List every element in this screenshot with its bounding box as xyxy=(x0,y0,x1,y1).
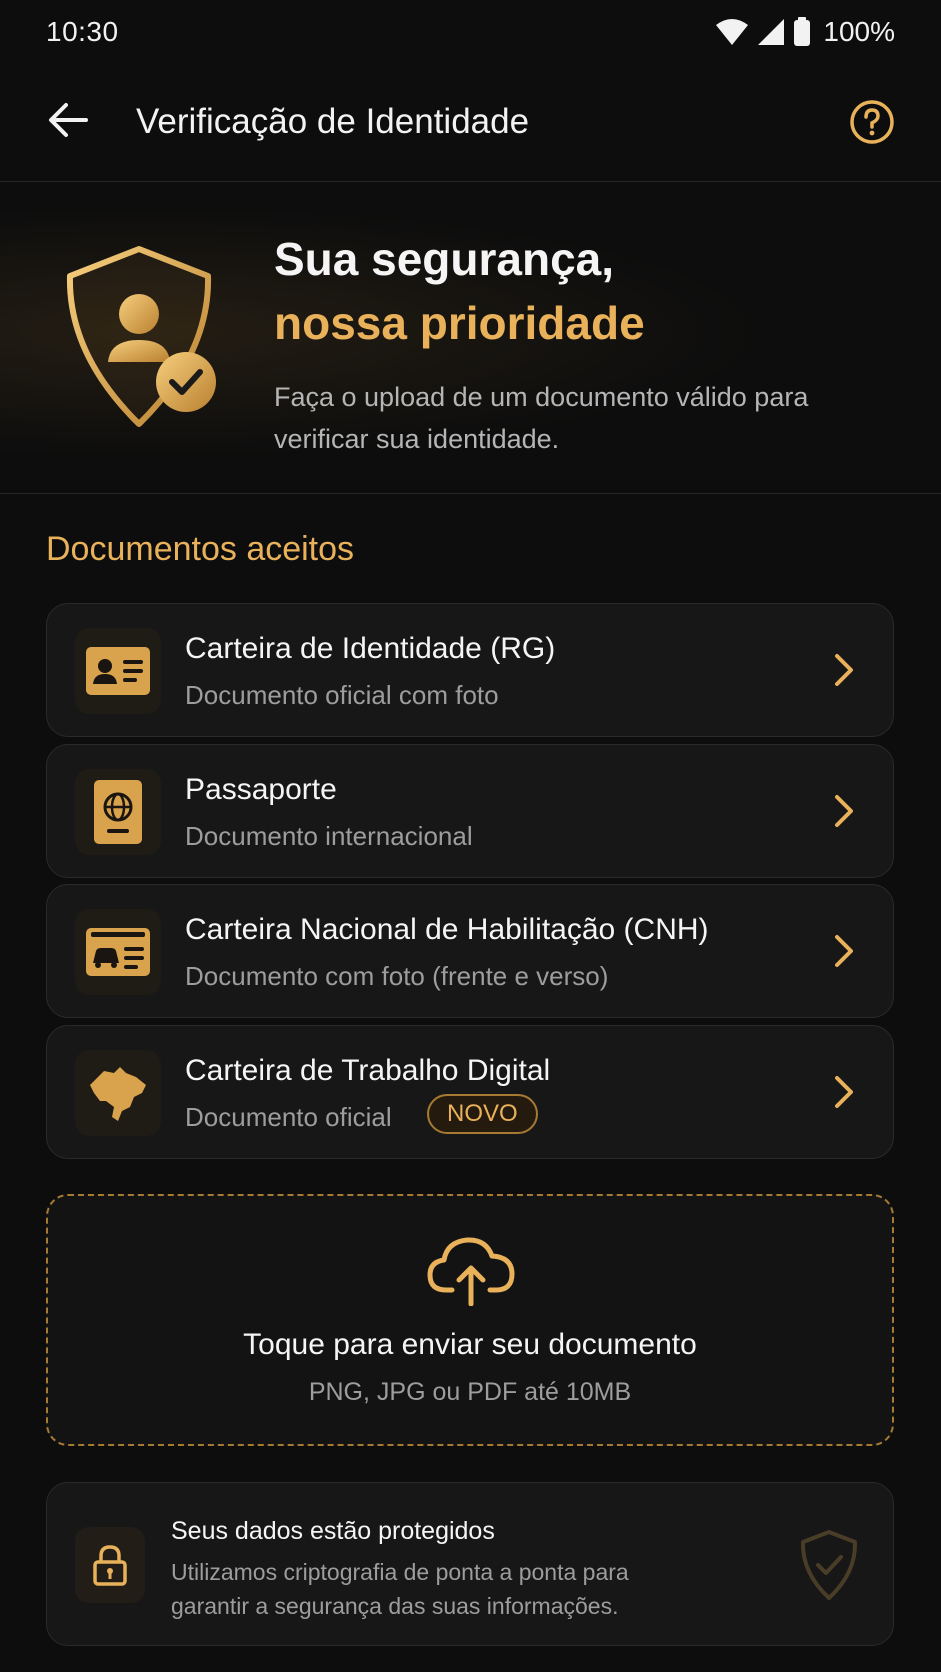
document-option-cnh[interactable]: Carteira Nacional de Habilitação (CNH) D… xyxy=(46,884,894,1018)
upload-dropzone[interactable]: Toque para enviar seu documento PNG, JPG… xyxy=(46,1194,894,1446)
help-button[interactable] xyxy=(849,99,895,145)
shield-user-check-icon xyxy=(66,246,216,427)
document-option-ctps-digital[interactable]: Carteira de Trabalho Digital Documento o… xyxy=(46,1025,894,1159)
document-subtitle: Documento oficial xyxy=(185,1102,392,1132)
document-title: Carteira Nacional de Habilitação (CNH) xyxy=(185,913,709,946)
status-time: 10:30 xyxy=(46,16,119,47)
shield-check-icon xyxy=(800,1530,858,1600)
security-title: Seus dados estão protegidos xyxy=(171,1517,495,1545)
document-subtitle: Documento oficial com foto xyxy=(185,680,499,710)
document-icon-container xyxy=(75,628,161,714)
chevron-right-icon xyxy=(835,795,853,827)
passport-icon xyxy=(94,780,142,844)
status-icons: 100% xyxy=(715,16,895,48)
chevron-right-icon xyxy=(835,935,853,967)
cellular-signal-icon xyxy=(758,19,785,45)
page-title: Verificação de Identidade xyxy=(136,102,530,141)
document-title: Passaporte xyxy=(185,773,337,806)
hero-title: Sua segurança, xyxy=(274,233,615,285)
help-circle-icon xyxy=(850,100,894,144)
document-icon-container xyxy=(75,769,161,855)
document-title: Carteira de Trabalho Digital xyxy=(185,1054,551,1087)
hero-description: Faça o upload de um documento válido par… xyxy=(274,382,809,454)
document-icon-container xyxy=(75,909,161,995)
document-subtitle: Documento internacional xyxy=(185,821,473,851)
chevron-right-icon xyxy=(835,1076,853,1108)
hero-section: Sua segurança, nossa prioridade Faça o u… xyxy=(0,182,941,494)
driver-license-icon xyxy=(86,928,150,976)
arrow-left-icon xyxy=(49,103,88,137)
back-button[interactable] xyxy=(44,96,92,144)
document-title: Carteira de Identidade (RG) xyxy=(185,632,556,665)
lock-icon-container xyxy=(75,1527,145,1603)
document-icon-container xyxy=(75,1050,161,1136)
document-option-passport[interactable]: Passaporte Documento internacional xyxy=(46,744,894,878)
lock-icon xyxy=(93,1545,127,1586)
wifi-icon xyxy=(716,19,749,45)
id-card-icon xyxy=(86,647,150,695)
security-description: Utilizamos criptografia de ponta a ponta… xyxy=(171,1559,629,1619)
battery-percentage: 100% xyxy=(823,16,895,47)
document-subtitle: Documento com foto (frente e verso) xyxy=(185,961,609,991)
section-title: Documentos aceitos xyxy=(46,530,355,568)
brazil-map-icon xyxy=(90,1067,146,1121)
document-option-rg[interactable]: Carteira de Identidade (RG) Documento of… xyxy=(46,603,894,737)
app-bar: Verificação de Identidade xyxy=(0,64,941,182)
upload-title: Toque para enviar seu documento xyxy=(243,1328,697,1361)
new-badge: NOVO xyxy=(427,1094,538,1134)
security-info-card: Seus dados estão protegidos Utilizamos c… xyxy=(46,1482,894,1646)
battery-icon xyxy=(794,17,811,46)
chevron-right-icon xyxy=(835,654,853,686)
cloud-upload-icon xyxy=(427,1237,515,1306)
hero-title-accent: nossa prioridade xyxy=(274,297,645,349)
upload-subtitle: PNG, JPG ou PDF até 10MB xyxy=(308,1378,632,1406)
status-bar: 10:30 100% xyxy=(0,0,941,64)
